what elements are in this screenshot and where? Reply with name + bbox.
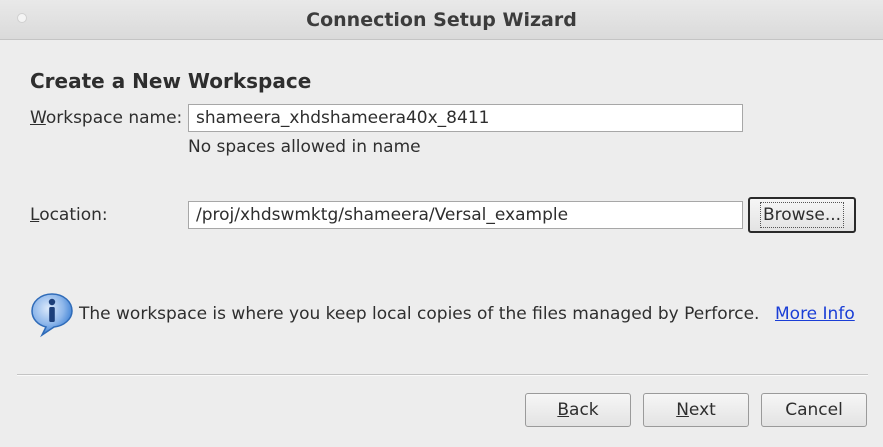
browse-button[interactable]: Browse...: [748, 197, 856, 233]
cancel-button[interactable]: Cancel: [761, 393, 867, 427]
info-icon: [28, 290, 76, 338]
location-label-text: ocation:: [39, 205, 108, 225]
page-heading: Create a New Workspace: [30, 69, 312, 93]
next-mnemonic: N: [676, 400, 689, 420]
next-button[interactable]: Next: [643, 393, 749, 427]
window-title: Connection Setup Wizard: [306, 9, 577, 31]
workspace-name-input[interactable]: shameera_xhdshameera40x_8411: [188, 104, 743, 132]
location-label: Location:: [30, 205, 108, 225]
info-text: The workspace is where you keep local co…: [79, 304, 760, 324]
wizard-window: Connection Setup Wizard Create a New Wor…: [0, 0, 883, 447]
location-input[interactable]: /proj/xhdswmktg/shameera/Versal_example: [188, 201, 743, 229]
workspace-name-label: Workspace name:: [30, 108, 182, 128]
more-info-link[interactable]: More Info: [775, 304, 855, 324]
browse-button-label: Browse...: [759, 202, 845, 228]
back-button[interactable]: Back: [525, 393, 631, 427]
workspace-name-mnemonic: W: [30, 108, 46, 128]
back-label-text: ack: [569, 400, 599, 420]
separator: [17, 374, 868, 376]
workspace-name-hint: No spaces allowed in name: [188, 137, 421, 157]
workspace-name-label-text: orkspace name:: [45, 108, 183, 128]
title-bar[interactable]: Connection Setup Wizard: [0, 0, 883, 40]
next-label-text: ext: [688, 400, 716, 420]
back-mnemonic: B: [557, 400, 570, 420]
location-mnemonic: L: [30, 205, 40, 225]
